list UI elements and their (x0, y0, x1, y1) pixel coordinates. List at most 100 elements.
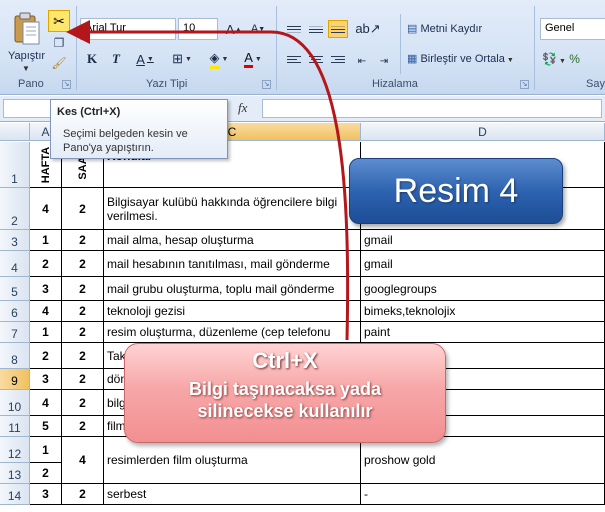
paste-button-label[interactable]: Yapıştır (8, 50, 45, 62)
merge-icon: ▦ (407, 53, 421, 65)
cell-b-10[interactable]: 2 (62, 390, 104, 416)
cell-a-14[interactable]: 3 (30, 484, 62, 505)
cell-c-3[interactable]: mail alma, hesap oluşturma (104, 230, 361, 251)
increase-indent-button[interactable]: ⇥ (374, 50, 394, 72)
ctrl-x-callout: Ctrl+X Bilgi taşınacaksa yada silineceks… (124, 343, 446, 443)
cell-a-2[interactable]: 4 (30, 188, 62, 230)
callout-line-1: Bilgi taşınacaksa yada (188, 379, 382, 399)
cell-b-2[interactable]: 2 (62, 188, 104, 230)
row-header[interactable]: 6 (0, 301, 30, 322)
align-left-button[interactable] (284, 50, 304, 68)
row-header[interactable]: 14 (0, 484, 30, 505)
merge-center-button[interactable]: ▦ Birleştir ve Ortala ▼ (407, 52, 514, 65)
alignment-dialog-launcher[interactable]: ↘ (520, 80, 529, 89)
clipboard-dialog-launcher[interactable]: ↘ (62, 80, 71, 89)
cell-a-7[interactable]: 1 (30, 322, 62, 343)
align-center-button[interactable] (306, 50, 326, 68)
cell-a-9[interactable]: 3 (30, 369, 62, 390)
resim-callout: Resim 4 (349, 158, 563, 224)
row-header[interactable]: 4 (0, 251, 30, 277)
align-bottom-button[interactable] (328, 20, 348, 38)
paste-icon[interactable] (12, 12, 42, 46)
cell-c-4[interactable]: mail hesabının tanıtılması, mail gönderm… (104, 251, 361, 277)
cell-b-6[interactable]: 2 (62, 301, 104, 322)
cell-b-12[interactable]: 4 (62, 437, 104, 484)
font-dialog-launcher[interactable]: ↘ (262, 80, 271, 89)
copy-button[interactable]: ❐ (50, 35, 68, 51)
cell-a-3[interactable]: 1 (30, 230, 62, 251)
column-header-d[interactable]: D (361, 123, 605, 141)
wrap-text-button[interactable]: ▤ Metni Kaydır (407, 22, 482, 35)
row-header[interactable]: 9 (0, 369, 30, 390)
cell-d-14[interactable]: - (361, 484, 605, 505)
cell-b-4[interactable]: 2 (62, 251, 104, 277)
cell-b-14[interactable]: 2 (62, 484, 104, 505)
cell-c-12[interactable]: resimlerden film oluşturma (104, 437, 361, 484)
formula-input[interactable] (262, 99, 602, 118)
select-all-corner[interactable] (0, 123, 30, 141)
cell-c-14[interactable]: serbest (104, 484, 361, 505)
orientation-button[interactable]: ab↗ (352, 18, 384, 40)
divider (76, 6, 77, 90)
font-size-select[interactable]: 10 (178, 18, 218, 40)
cut-button[interactable]: ✂ (48, 10, 70, 32)
cell-d-5[interactable]: googlegroups (361, 277, 605, 301)
function-icon[interactable]: fx (238, 100, 247, 116)
cell-c-7[interactable]: resim oluşturma, düzenleme (cep telefonu (104, 322, 361, 343)
cell-b-7[interactable]: 2 (62, 322, 104, 343)
cell-d-12[interactable]: proshow gold (361, 437, 605, 484)
grow-font-button[interactable]: A ▲ (224, 18, 244, 40)
bold-button[interactable]: K (82, 48, 102, 70)
cell-c-2[interactable]: Bilgisayar kulübü hakkında öğrencilere b… (104, 188, 361, 230)
chevron-down-icon[interactable]: ▼ (22, 64, 30, 73)
divider (400, 14, 401, 74)
cell-a-6[interactable]: 4 (30, 301, 62, 322)
cell-a-5[interactable]: 3 (30, 277, 62, 301)
format-painter-button[interactable]: 🖌 (50, 55, 68, 71)
align-middle-button[interactable] (306, 20, 326, 38)
row-header[interactable]: 8 (0, 343, 30, 369)
shrink-font-button[interactable]: A ▼ (248, 18, 268, 40)
row-header[interactable]: 3 (0, 230, 30, 251)
row-header[interactable]: 1 (0, 142, 30, 188)
align-top-button[interactable] (284, 20, 304, 38)
cell-a-4[interactable]: 2 (30, 251, 62, 277)
row-header[interactable]: 12 (0, 437, 30, 463)
cell-d-6[interactable]: bimeks,teknolojix (361, 301, 605, 322)
cell-b-9[interactable]: 2 (62, 369, 104, 390)
row-header[interactable]: 10 (0, 390, 30, 416)
cell-a-12[interactable]: 1 (30, 437, 62, 463)
underline-button[interactable]: A ▼ (130, 48, 160, 70)
row-header[interactable]: 11 (0, 416, 30, 437)
cell-b-3[interactable]: 2 (62, 230, 104, 251)
cell-b-5[interactable]: 2 (62, 277, 104, 301)
borders-button[interactable]: ⊞ ▼ (166, 48, 198, 70)
font-name-select[interactable]: Arial Tur (80, 18, 176, 40)
row-header[interactable]: 13 (0, 463, 30, 484)
number-format-select[interactable]: Genel (540, 18, 605, 40)
font-color-button[interactable]: A ▼ (238, 48, 268, 70)
cell-a-11[interactable]: 5 (30, 416, 62, 437)
scissors-icon: ✂ (53, 12, 65, 29)
cell-a-8[interactable]: 2 (30, 343, 62, 369)
cell-a-10[interactable]: 4 (30, 390, 62, 416)
cell-d-3[interactable]: gmail (361, 230, 605, 251)
cell-b-11[interactable]: 2 (62, 416, 104, 437)
align-right-button[interactable] (328, 50, 348, 68)
paint-bucket-icon: ◈ (209, 50, 220, 69)
cell-a-13[interactable]: 2 (30, 463, 62, 484)
number-format-buttons[interactable]: 💱 ▼ % (542, 52, 580, 66)
cell-d-4[interactable]: gmail (361, 251, 605, 277)
cell-b-8[interactable]: 2 (62, 343, 104, 369)
italic-button[interactable]: T (106, 48, 126, 70)
row-header[interactable]: 5 (0, 277, 30, 301)
row-header[interactable]: 2 (0, 188, 30, 230)
fill-color-button[interactable]: ◈ ▼ (204, 48, 234, 70)
cut-tooltip: Kes (Ctrl+X) Seçimi belgeden kesin ve Pa… (50, 99, 228, 159)
cell-d-7[interactable]: paint (361, 322, 605, 343)
cell-c-6[interactable]: teknoloji gezisi (104, 301, 361, 322)
row-header[interactable]: 7 (0, 322, 30, 343)
decrease-indent-button[interactable]: ⇤ (352, 50, 372, 72)
currency-icon[interactable]: 💱 (542, 52, 557, 66)
cell-c-5[interactable]: mail grubu oluşturma, toplu mail gönderm… (104, 277, 361, 301)
